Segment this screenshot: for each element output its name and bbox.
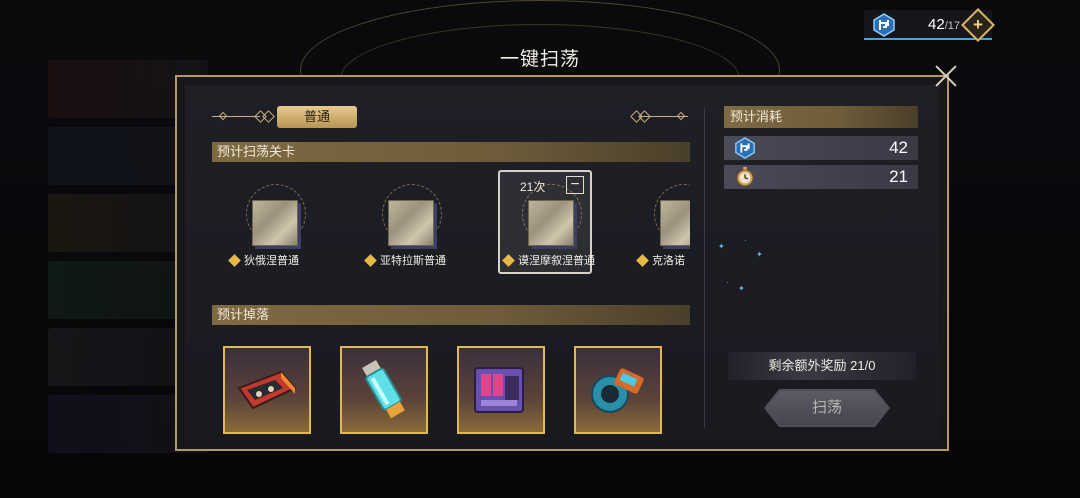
stamina-icon xyxy=(735,137,755,159)
section-header-drops: 预计掉落 xyxy=(212,305,690,325)
drop-item[interactable] xyxy=(340,346,428,434)
plus-icon: + xyxy=(973,15,983,34)
close-icon[interactable] xyxy=(932,62,960,90)
stage-name: 克洛诺 xyxy=(638,252,685,268)
stage-card[interactable]: 狄俄涅普通 xyxy=(224,172,318,276)
stamina-icon xyxy=(873,13,895,37)
cost-row-watch: 21 xyxy=(724,165,918,189)
section-header-stages: 预计扫荡关卡 xyxy=(212,142,690,162)
tab-ornament-left xyxy=(212,110,275,123)
drop-item[interactable] xyxy=(223,346,311,434)
stage-thumbnail xyxy=(528,200,574,246)
stage-name: 狄俄涅普通 xyxy=(230,252,299,268)
sparkle-icon: · xyxy=(726,278,729,287)
extra-reward-label: 剩余额外奖励 21/0 xyxy=(728,352,916,380)
stage-card[interactable]: 克洛诺 xyxy=(632,172,690,276)
cyan-energy-tube-icon xyxy=(362,360,405,419)
cost-row-stamina: 42 xyxy=(724,136,918,160)
add-stamina-button[interactable]: + xyxy=(961,8,995,42)
cyan-gear-module-icon xyxy=(591,368,644,413)
tab-normal[interactable]: 普通 xyxy=(277,106,357,128)
tab-ornament-right xyxy=(630,110,690,123)
sparkle-icon: ✦ xyxy=(756,250,763,259)
sweep-button-label: 扫荡 xyxy=(766,391,888,425)
drop-item[interactable] xyxy=(574,346,662,434)
stage-thumbnail xyxy=(660,200,690,246)
cost-value: 21 xyxy=(889,167,908,186)
pocket-watch-icon xyxy=(736,166,754,187)
drop-item[interactable] xyxy=(457,346,545,434)
cost-header: 预计消耗 xyxy=(724,106,918,128)
sweep-button[interactable]: 扫荡 xyxy=(764,389,890,427)
panel-divider xyxy=(704,108,705,428)
stage-card[interactable]: 亚特拉斯普通 xyxy=(360,172,454,276)
sparkle-icon: · xyxy=(744,236,747,245)
sparkle-icon: ✦ xyxy=(718,242,725,251)
cost-value: 42 xyxy=(889,138,908,157)
modal-title: 一键扫荡 xyxy=(499,49,580,70)
stamina-counter: 42/17 + xyxy=(864,8,995,42)
stage-name: 亚特拉斯普通 xyxy=(366,252,446,268)
stage-thumbnail xyxy=(252,200,298,246)
stamina-value: 42/17 xyxy=(928,16,960,33)
stage-thumbnail xyxy=(388,200,434,246)
red-circuit-cartridge-icon xyxy=(237,370,297,410)
stage-card-selected[interactable]: 21次 − 谟涅摩叙涅普通 xyxy=(498,170,595,274)
sparkle-icon: ✦ xyxy=(738,284,745,293)
purple-device-icon xyxy=(474,367,524,413)
stage-name: 谟涅摩叙涅普通 xyxy=(504,252,595,268)
